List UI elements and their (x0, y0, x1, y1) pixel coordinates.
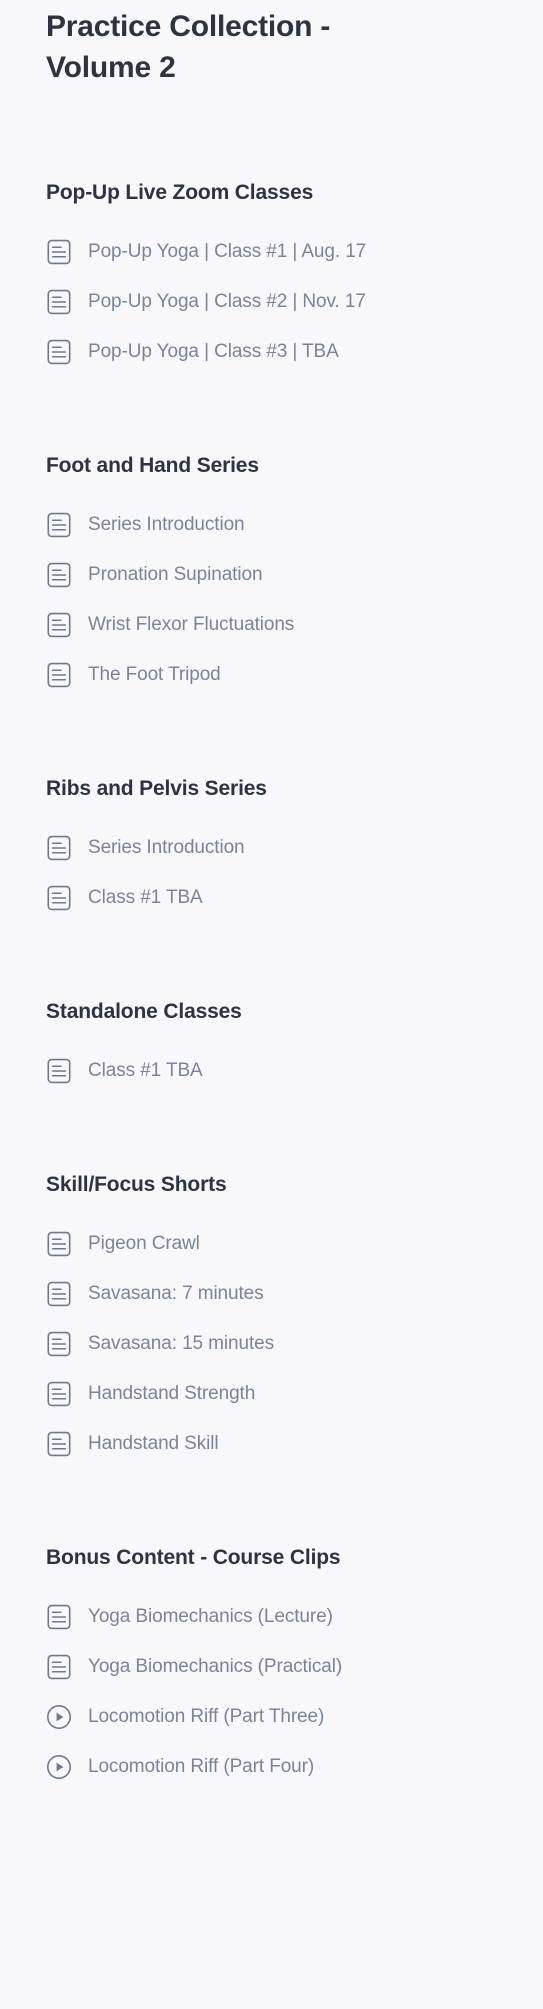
lesson-list: Pop-Up Yoga | Class #1 | Aug. 17 Pop-Up Y… (46, 227, 519, 377)
lesson-item-label: Series Introduction (88, 514, 245, 535)
document-lines-icon (46, 1604, 72, 1630)
lesson-item-label: Pop-Up Yoga | Class #1 | Aug. 17 (88, 241, 367, 262)
lesson-item-label: Pronation Supination (88, 564, 263, 585)
lesson-item[interactable]: The Foot Tripod (46, 650, 519, 700)
lesson-item[interactable]: Handstand Strength (46, 1369, 519, 1419)
document-lines-icon (46, 1281, 72, 1307)
lesson-item[interactable]: Locomotion Riff (Part Four) (46, 1742, 519, 1792)
section-title: Foot and Hand Series (46, 454, 259, 477)
lesson-item[interactable]: Savasana: 15 minutes (46, 1319, 519, 1369)
document-lines-icon (46, 239, 72, 265)
lesson-item[interactable]: Pronation Supination (46, 550, 519, 600)
lesson-item-label: Class #1 TBA (88, 887, 203, 908)
section: Foot and Hand Series Series Introduction P… (46, 453, 519, 700)
lesson-item-label: Wrist Flexor Fluctuations (88, 614, 295, 635)
document-lines-icon (46, 662, 72, 688)
lesson-item[interactable]: Pigeon Crawl (46, 1219, 519, 1269)
section-title: Ribs and Pelvis Series (46, 777, 267, 800)
lesson-item-label: Savasana: 15 minutes (88, 1333, 275, 1354)
document-lines-icon (46, 1654, 72, 1680)
section-title: Pop-Up Live Zoom Classes (46, 181, 314, 204)
lesson-item-label: Pigeon Crawl (88, 1233, 200, 1254)
lesson-list: Class #1 TBA (46, 1046, 519, 1096)
play-circle-icon (46, 1754, 72, 1780)
section: Bonus Content - Course Clips Yoga Biomech… (46, 1545, 519, 1792)
lesson-item[interactable]: Pop-Up Yoga | Class #2 | Nov. 17 (46, 277, 519, 327)
lesson-item-label: Locomotion Riff (Part Three) (88, 1706, 325, 1727)
lesson-item[interactable]: Yoga Biomechanics (Practical) (46, 1642, 519, 1692)
lesson-item[interactable]: Locomotion Riff (Part Three) (46, 1692, 519, 1742)
lesson-item[interactable]: Series Introduction (46, 823, 519, 873)
document-lines-icon (46, 835, 72, 861)
lesson-item-label: Class #1 TBA (88, 1060, 203, 1081)
section: Skill/Focus Shorts Pigeon Crawl Savasana: … (46, 1172, 519, 1469)
lesson-item-label: Series Introduction (88, 837, 245, 858)
document-lines-icon (46, 885, 72, 911)
lesson-item[interactable]: Pop-Up Yoga | Class #1 | Aug. 17 (46, 227, 519, 277)
section-list: Pop-Up Live Zoom Classes Pop-Up Yoga | Cl… (46, 180, 519, 1792)
lesson-item-label: Yoga Biomechanics (Lecture) (88, 1606, 333, 1627)
lesson-item[interactable]: Handstand Skill (46, 1419, 519, 1469)
section-title: Skill/Focus Shorts (46, 1173, 227, 1196)
course-curriculum-page: Practice Collection - Volume 2 Pop-Up Li… (0, 0, 543, 2009)
lesson-item[interactable]: Savasana: 7 minutes (46, 1269, 519, 1319)
section: Pop-Up Live Zoom Classes Pop-Up Yoga | Cl… (46, 180, 519, 377)
lesson-list: Yoga Biomechanics (Lecture) Yoga Biomecha… (46, 1592, 519, 1792)
lesson-item-label: Handstand Strength (88, 1383, 256, 1404)
document-lines-icon (46, 512, 72, 538)
lesson-list: Series Introduction Pronation Supination W… (46, 500, 519, 700)
lesson-item-label: Savasana: 7 minutes (88, 1283, 264, 1304)
lesson-item[interactable]: Series Introduction (46, 500, 519, 550)
section-title: Bonus Content - Course Clips (46, 1546, 341, 1569)
lesson-item-label: Locomotion Riff (Part Four) (88, 1756, 315, 1777)
document-lines-icon (46, 1058, 72, 1084)
document-lines-icon (46, 339, 72, 365)
document-lines-icon (46, 1231, 72, 1257)
lesson-list: Series Introduction Class #1 TBA (46, 823, 519, 923)
document-lines-icon (46, 562, 72, 588)
section: Ribs and Pelvis Series Series Introductio… (46, 776, 519, 923)
lesson-item-label: Yoga Biomechanics (Practical) (88, 1656, 343, 1677)
document-lines-icon (46, 1331, 72, 1357)
lesson-item-label: The Foot Tripod (88, 664, 221, 685)
lesson-item[interactable]: Yoga Biomechanics (Lecture) (46, 1592, 519, 1642)
play-circle-icon (46, 1704, 72, 1730)
lesson-item-label: Pop-Up Yoga | Class #3 | TBA (88, 341, 339, 362)
document-lines-icon (46, 1431, 72, 1457)
lesson-item[interactable]: Pop-Up Yoga | Class #3 | TBA (46, 327, 519, 377)
lesson-item[interactable]: Class #1 TBA (46, 1046, 519, 1096)
section: Standalone Classes Class #1 TBA (46, 999, 519, 1096)
page-title: Practice Collection - Volume 2 (46, 10, 331, 84)
lesson-item-label: Handstand Skill (88, 1433, 219, 1454)
lesson-item-label: Pop-Up Yoga | Class #2 | Nov. 17 (88, 291, 366, 312)
lesson-item[interactable]: Class #1 TBA (46, 873, 519, 923)
document-lines-icon (46, 1381, 72, 1407)
section-title: Standalone Classes (46, 1000, 242, 1023)
document-lines-icon (46, 612, 72, 638)
lesson-item[interactable]: Wrist Flexor Fluctuations (46, 600, 519, 650)
document-lines-icon (46, 289, 72, 315)
lesson-list: Pigeon Crawl Savasana: 7 minutes Savasana:… (46, 1219, 519, 1469)
